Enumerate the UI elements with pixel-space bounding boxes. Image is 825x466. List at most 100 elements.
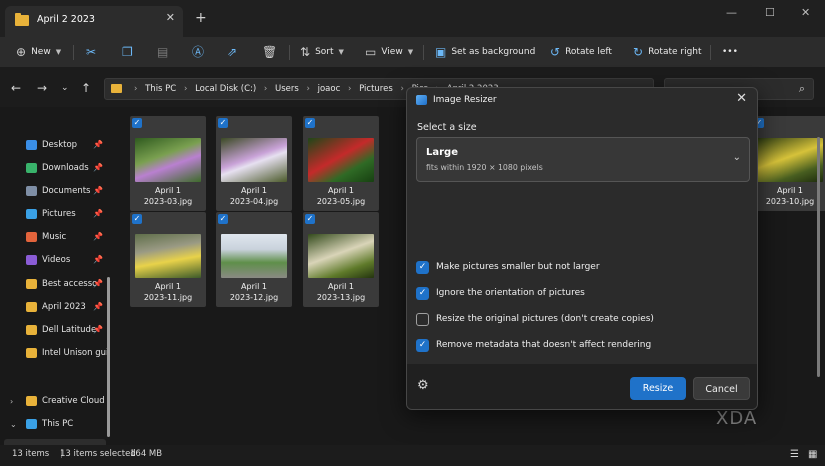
rotate-left-button[interactable]: ↺ Rotate left	[550, 42, 612, 62]
checkmark-icon[interactable]: ✓	[305, 214, 315, 224]
chevron-right-icon: ›	[306, 84, 310, 94]
resize-button[interactable]: Resize	[630, 377, 686, 400]
gear-icon[interactable]: ⚙	[417, 378, 429, 393]
details-view-icon[interactable]: ☰	[790, 449, 799, 460]
file-name-line-2: 2023-05.jpg	[316, 197, 366, 206]
sidebar-item[interactable]: Creative Cloud F	[26, 393, 108, 409]
back-arrow-icon[interactable]: ←	[11, 81, 21, 95]
recent-locations-chevron-icon[interactable]: ⌄	[61, 83, 69, 93]
content-scrollbar[interactable]	[817, 137, 820, 377]
cut-button[interactable]: ✂	[86, 42, 96, 62]
image-preview	[308, 234, 374, 278]
forward-arrow-icon[interactable]: →	[37, 81, 47, 95]
folder-icon	[111, 84, 122, 93]
new-tab-button[interactable]: +	[195, 10, 207, 26]
option-checkbox[interactable]: ✓ Remove metadata that doesn't affect ren…	[416, 338, 651, 352]
desktop-icon	[26, 140, 37, 150]
pin-icon: 📌	[93, 279, 103, 288]
close-tab-icon[interactable]: ✕	[166, 11, 175, 24]
sidebar-scrollbar[interactable]	[107, 277, 110, 437]
file-name-line-2: 2023-13.jpg	[316, 293, 366, 302]
file-thumbnail[interactable]: ✓ April 1 2023-04.jpg	[216, 116, 292, 211]
new-button[interactable]: ⊕ New ▼	[16, 42, 61, 62]
option-checkbox[interactable]: Resize the original pictures (don't crea…	[416, 312, 654, 326]
checkbox-checked-icon[interactable]: ✓	[416, 338, 429, 352]
close-window-button[interactable]: ✕	[801, 6, 810, 19]
scissors-icon: ✂	[86, 45, 97, 59]
expand-chevron-icon[interactable]: ›	[10, 397, 13, 406]
crumb-this-pc[interactable]: This PC	[145, 84, 176, 94]
checkmark-icon[interactable]: ✓	[132, 214, 142, 224]
file-name-line-2: 2023-12.jpg	[229, 293, 279, 302]
file-thumbnail[interactable]: ✓ April 1 2023-05.jpg	[303, 116, 379, 211]
sidebar-item-label: Dell Latitude	[42, 325, 97, 335]
crumb-pictures[interactable]: Pictures	[359, 84, 393, 94]
crumb-joaoc[interactable]: joaoc	[318, 84, 341, 94]
tab-april-2-2023[interactable]: April 2 2023 ✕	[5, 6, 183, 37]
folder-icon	[26, 348, 37, 358]
sidebar-item-label: Downloads	[42, 163, 89, 173]
minimize-button[interactable]: —	[726, 6, 737, 19]
checkbox-checked-icon[interactable]: ✓	[416, 286, 429, 300]
rotate-left-label: Rotate left	[565, 47, 612, 57]
collapse-chevron-icon[interactable]: ⌄	[10, 420, 17, 429]
rename-button[interactable]: Ⓐ	[192, 42, 204, 62]
creative-cloud-icon	[26, 396, 37, 406]
more-icon: •••	[722, 47, 738, 57]
file-thumbnail[interactable]: ✓ April 1 2023-03.jpg	[130, 116, 206, 211]
size-name: Large	[426, 147, 458, 158]
pin-icon: 📌	[93, 325, 103, 334]
file-name-line-2: 2023-11.jpg	[143, 293, 193, 302]
tiles-view-icon[interactable]: ▦	[808, 449, 817, 460]
file-thumbnail[interactable]: ✓ April 1 2023-13.jpg	[303, 212, 379, 307]
view-button[interactable]: ▭ View ▼	[365, 42, 413, 62]
checkmark-icon[interactable]: ✓	[305, 118, 315, 128]
delete-button[interactable]: 🗑	[262, 42, 277, 62]
file-thumbnail[interactable]: ✓ April 1 2023-12.jpg	[216, 212, 292, 307]
copy-button[interactable]: ❐	[122, 42, 133, 62]
option-label: Make pictures smaller but not larger	[436, 262, 600, 272]
folder-icon	[26, 325, 37, 335]
crumb-local-disk[interactable]: Local Disk (C:)	[195, 84, 256, 94]
sidebar-item[interactable]: Intel Unison gui	[26, 345, 108, 361]
search-icon: ⌕	[798, 82, 805, 95]
file-name: April 1 2023-03.jpg	[130, 185, 206, 207]
option-label: Remove metadata that doesn't affect rend…	[436, 340, 652, 350]
sort-button[interactable]: ⇅ Sort ▼	[300, 42, 344, 62]
sidebar-item-label: Intel Unison gui	[42, 348, 108, 358]
more-options-button[interactable]: •••	[722, 42, 738, 62]
checkmark-icon[interactable]: ✓	[218, 118, 228, 128]
size-label: Select a size	[417, 122, 477, 133]
option-checkbox[interactable]: ✓ Make pictures smaller but not larger	[416, 260, 600, 274]
share-button[interactable]: ⇗	[227, 42, 237, 62]
sidebar-item-label: Pictures	[42, 209, 76, 219]
paste-button[interactable]: ▤	[157, 42, 168, 62]
checkmark-icon[interactable]: ✓	[218, 214, 228, 224]
file-name-line-2: 2023-03.jpg	[143, 197, 193, 206]
rotate-right-button[interactable]: ↻ Rotate right	[633, 42, 702, 62]
chevron-right-icon: ›	[183, 84, 188, 94]
sidebar-item[interactable]: This PC	[26, 416, 108, 432]
set-background-label: Set as background	[451, 47, 536, 57]
image-preview	[221, 234, 287, 278]
close-icon[interactable]: ✕	[736, 91, 747, 106]
maximize-button[interactable]: ☐	[765, 6, 775, 19]
file-thumbnail[interactable]: ✓ April 1 2023-10.jpg	[752, 116, 825, 211]
pin-icon: 📌	[93, 209, 103, 218]
cancel-button[interactable]: Cancel	[693, 377, 750, 400]
file-name-line-2: 2023-04.jpg	[229, 197, 279, 206]
file-thumbnail[interactable]: ✓ April 1 2023-11.jpg	[130, 212, 206, 307]
set-as-background-button[interactable]: ▣ Set as background	[435, 42, 535, 62]
up-arrow-icon[interactable]: ↑	[81, 81, 91, 95]
file-name-line-1: April 1	[328, 186, 354, 195]
size-dropdown[interactable]: Large fits within 1920 × 1080 pixels ⌄	[416, 137, 750, 182]
checkmark-icon[interactable]: ✓	[132, 118, 142, 128]
trash-icon: 🗑	[262, 45, 278, 59]
checkbox-unchecked-icon[interactable]	[416, 312, 429, 326]
folder-icon	[26, 302, 37, 312]
file-name: April 1 2023-10.jpg	[752, 185, 825, 207]
new-label: New	[31, 47, 51, 57]
option-checkbox[interactable]: ✓ Ignore the orientation of pictures	[416, 286, 585, 300]
crumb-users[interactable]: Users	[275, 84, 299, 94]
checkbox-checked-icon[interactable]: ✓	[416, 260, 429, 274]
